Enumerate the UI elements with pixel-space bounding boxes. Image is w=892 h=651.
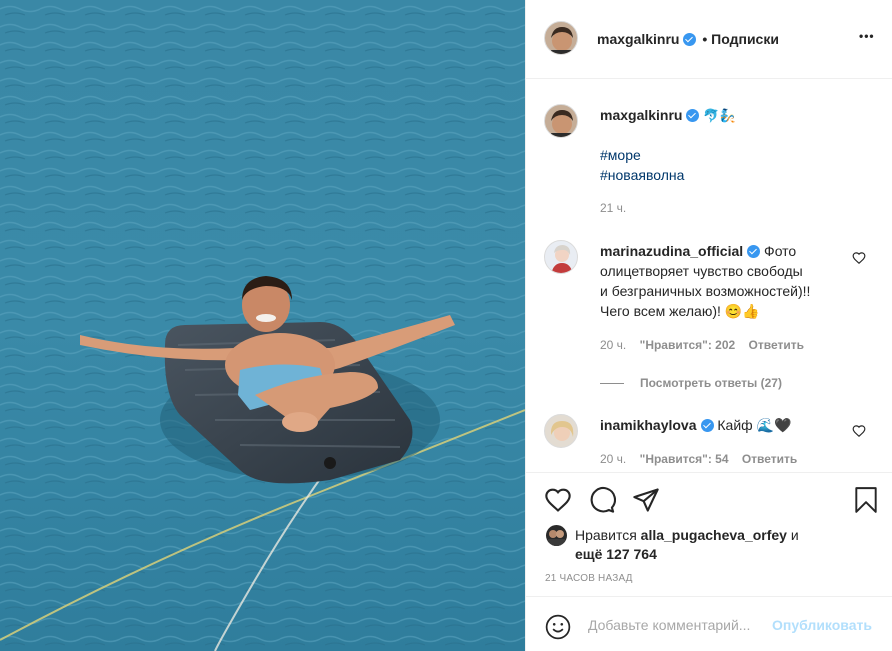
comment-time: 20 ч. <box>600 452 627 466</box>
comment-author[interactable]: inamikhaylova <box>600 417 697 433</box>
comment-author[interactable]: marinazudina_official <box>600 243 743 259</box>
post-timestamp[interactable]: 21 ЧАСОВ НАЗАД <box>545 573 633 584</box>
comment-time: 20 ч. <box>600 338 627 352</box>
likes-count-button[interactable]: ещё 127 764 <box>575 546 657 562</box>
post-header: maxgalkinru • Подписки ••• <box>526 0 892 79</box>
post-side-panel: maxgalkinru • Подписки ••• maxgalkinru 🐬… <box>525 0 892 651</box>
hashtag-link[interactable]: #новаяволна <box>600 165 684 185</box>
comment-like-icon[interactable] <box>852 424 866 438</box>
caption-emoji: 🐬🧞 <box>703 108 736 123</box>
post-author[interactable]: maxgalkinru <box>597 31 679 47</box>
share-icon[interactable] <box>632 486 660 514</box>
caption-author[interactable]: maxgalkinru <box>600 107 682 123</box>
comment-likes[interactable]: "Нравится": 202 <box>640 338 736 352</box>
avatar[interactable] <box>544 240 578 274</box>
separator-dot: • <box>702 31 708 47</box>
comment-text: Кайф 🌊🖤 <box>717 417 792 433</box>
comment-text: олицетворяет чувство свободы <box>600 263 803 279</box>
verified-badge-icon <box>686 109 700 122</box>
avatar[interactable] <box>544 104 578 138</box>
post-photo[interactable] <box>0 0 525 651</box>
heart-icon[interactable] <box>544 486 572 514</box>
view-replies-label: Посмотреть ответы (27) <box>640 376 782 390</box>
likes-summary: Нравится alla_pugacheva_orfey и ещё 127 … <box>575 526 875 564</box>
comment-input[interactable]: Добавьте комментарий... <box>588 617 750 633</box>
post-actions: Нравится alla_pugacheva_orfey и ещё 127 … <box>526 472 892 596</box>
post-image <box>0 0 525 651</box>
avatar[interactable] <box>544 21 578 55</box>
publish-button[interactable]: Опубликовать <box>772 617 872 633</box>
verified-badge-icon <box>683 33 697 46</box>
comment-icon[interactable] <box>588 486 616 514</box>
reply-button[interactable]: Ответить <box>742 452 797 466</box>
liker-username[interactable]: alla_pugacheva_orfey <box>641 527 787 543</box>
view-replies[interactable]: Посмотреть ответы (27) <box>600 374 782 390</box>
reply-button[interactable]: Ответить <box>749 338 804 352</box>
verified-badge-icon <box>700 419 714 432</box>
comment-likes[interactable]: "Нравится": 54 <box>640 452 729 466</box>
bookmark-icon[interactable] <box>853 486 879 514</box>
comment-text: Фото <box>764 243 797 259</box>
follow-status-button[interactable]: Подписки <box>711 31 779 47</box>
comments-list[interactable]: maxgalkinru 🐬🧞 #море #новаяволна 21 ч. m… <box>526 80 892 472</box>
more-icon[interactable]: ••• <box>859 29 875 43</box>
hashtag-link[interactable]: #море <box>600 145 684 165</box>
likes-conj: и <box>790 527 799 543</box>
likes-prefix: Нравится <box>575 527 637 543</box>
add-comment-bar: Добавьте комментарий... Опубликовать <box>526 596 892 651</box>
emoji-icon[interactable] <box>545 614 571 640</box>
comment-text: и безграничных возможностей)!! <box>600 283 811 299</box>
avatar[interactable] <box>546 525 567 546</box>
comment-text: Чего всем желаю)! 😊👍 <box>600 303 760 319</box>
avatar[interactable] <box>544 414 578 448</box>
verified-badge-icon <box>747 245 761 258</box>
comment-like-icon[interactable] <box>852 251 866 265</box>
divider <box>600 382 624 384</box>
caption-time: 21 ч. <box>600 201 627 215</box>
